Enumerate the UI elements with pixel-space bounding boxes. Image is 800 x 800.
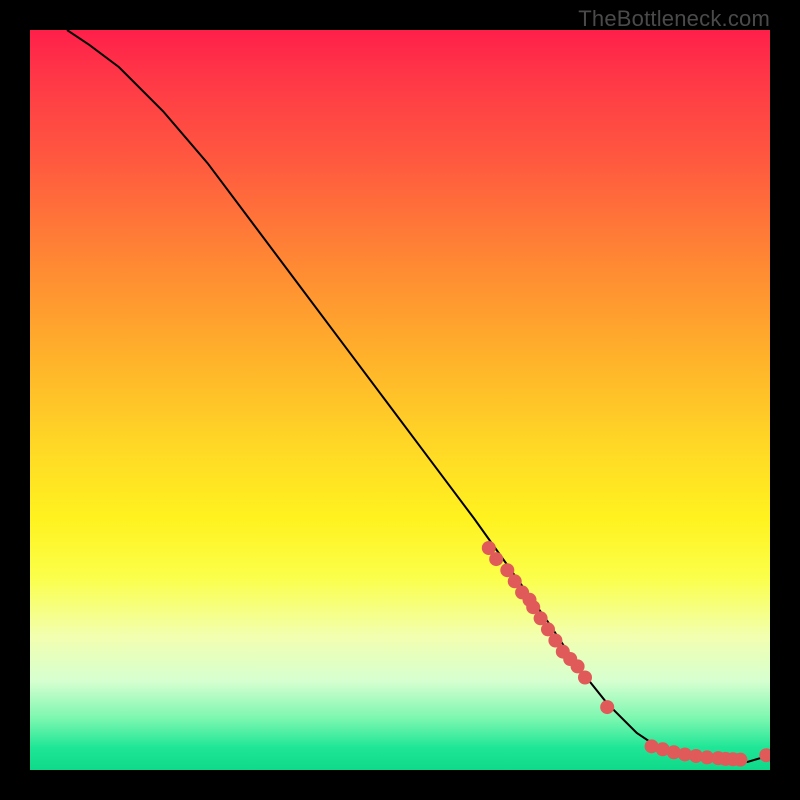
watermark-text: TheBottleneck.com: [578, 6, 770, 32]
chart-frame: TheBottleneck.com: [0, 0, 800, 800]
point-cluster-lower: [678, 747, 692, 761]
point-cluster-upper: [489, 552, 503, 566]
point-cluster-lower: [759, 748, 770, 762]
point-cluster-upper: [548, 634, 562, 648]
point-cluster-lower: [667, 745, 681, 759]
point-cluster-lower: [700, 750, 714, 764]
point-cluster-lower: [689, 749, 703, 763]
point-cluster-lower: [711, 751, 725, 765]
chart-svg: [30, 30, 770, 770]
point-cluster-lower: [645, 739, 659, 753]
point-cluster-upper: [571, 659, 585, 673]
point-cluster-upper: [563, 652, 577, 666]
point-cluster-lower: [656, 742, 670, 756]
series-curve: [67, 30, 770, 762]
point-cluster-upper: [534, 611, 548, 625]
point-cluster-upper: [515, 585, 529, 599]
point-cluster-upper: [523, 593, 537, 607]
point-cluster-lower: [726, 752, 740, 766]
plot-area: [30, 30, 770, 770]
point-cluster-upper: [556, 645, 570, 659]
point-cluster-lower: [600, 700, 614, 714]
point-cluster-upper: [541, 622, 555, 636]
point-cluster-upper: [482, 541, 496, 555]
point-cluster-upper: [500, 563, 514, 577]
point-cluster-lower: [733, 753, 747, 767]
point-cluster-upper: [508, 574, 522, 588]
point-cluster-upper: [578, 671, 592, 685]
point-cluster-upper: [526, 600, 540, 614]
point-cluster-lower: [719, 752, 733, 766]
